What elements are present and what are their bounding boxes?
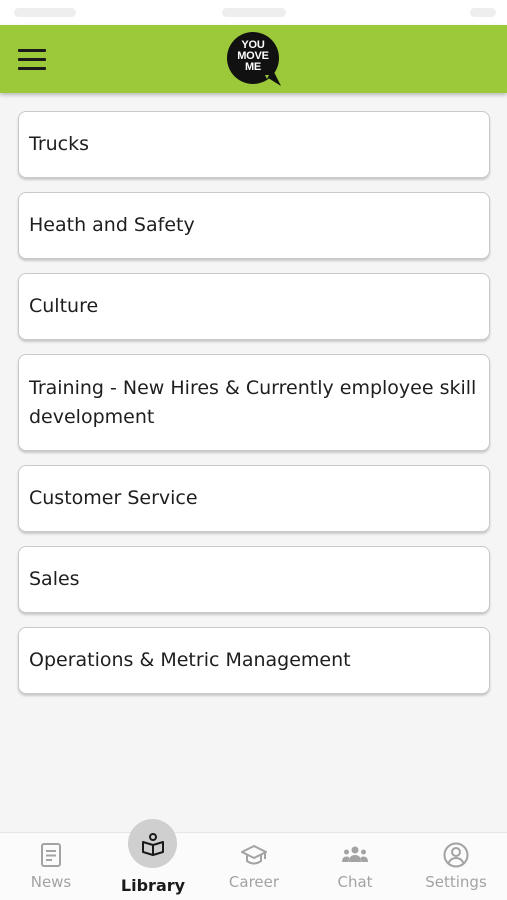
status-bar-center-blur [222, 8, 286, 17]
app-header: YOU MOVE ME [0, 25, 507, 93]
library-active-bubble[interactable] [128, 819, 177, 868]
category-card-health-and-safety[interactable]: Heath and Safety [18, 192, 490, 259]
tab-label: Chat [337, 873, 373, 891]
category-card-culture[interactable]: Culture [18, 273, 490, 340]
category-card-sales[interactable]: Sales [18, 546, 490, 613]
library-category-list: Trucks Heath and Safety Culture Training… [18, 111, 490, 708]
category-label: Heath and Safety [29, 214, 195, 236]
status-bar-left-blur [14, 8, 76, 17]
hamburger-menu-icon[interactable] [18, 45, 52, 73]
category-label: Training - New Hires & Currently employe… [29, 376, 477, 428]
status-bar [0, 0, 507, 25]
category-label: Operations & Metric Management [29, 649, 351, 671]
library-book-icon [141, 832, 164, 856]
battery-icon [470, 8, 496, 17]
category-label: Trucks [29, 133, 90, 155]
tab-label: Settings [425, 873, 487, 891]
category-label: Sales [29, 568, 80, 590]
category-card-training[interactable]: Training - New Hires & Currently employe… [18, 354, 490, 451]
category-card-operations[interactable]: Operations & Metric Management [18, 627, 490, 694]
group-people-icon [342, 846, 368, 862]
logo-text: YOU MOVE ME [227, 40, 279, 73]
tab-label: Career [228, 873, 280, 891]
logo-line: ME [244, 61, 262, 73]
category-label: Culture [29, 295, 99, 317]
category-label: Customer Service [29, 487, 198, 509]
tab-chat[interactable]: Chat [305, 833, 405, 900]
category-card-trucks[interactable]: Trucks [18, 111, 490, 178]
bottom-tab-bar: News Library Career Chat Settings [0, 832, 507, 900]
tab-label: News [30, 873, 72, 891]
tab-career[interactable]: Career [204, 833, 304, 900]
category-card-customer-service[interactable]: Customer Service [18, 465, 490, 532]
graduation-cap-icon [241, 845, 267, 865]
tab-news[interactable]: News [1, 833, 101, 900]
user-circle-icon [443, 842, 469, 868]
tab-settings[interactable]: Settings [406, 833, 506, 900]
news-document-icon [41, 843, 61, 867]
tab-label: Library [120, 876, 186, 895]
